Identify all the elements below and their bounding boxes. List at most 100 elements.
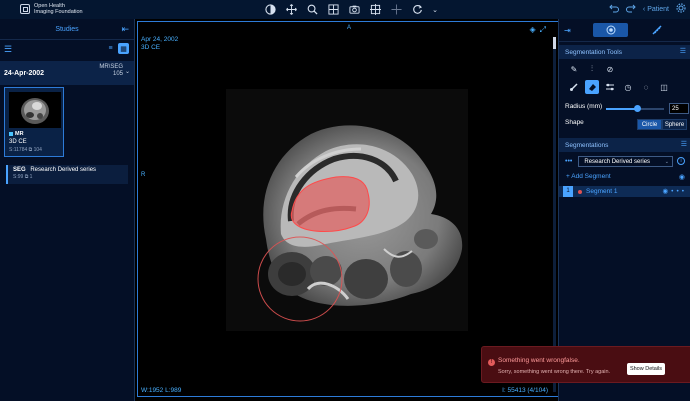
reset-icon[interactable] [410,2,425,17]
window-level-overlay: W:1952 L:989 [141,387,181,394]
info-icon[interactable]: i [677,157,685,165]
list-view-icon[interactable]: ≡ [105,43,116,54]
segment-name: Segment 1 [586,188,618,195]
error-notification: ! Something went wrongfalse. Sorry, some… [481,346,690,383]
expand-icon[interactable]: ⤢ [540,25,546,35]
shape-circle-button[interactable]: Circle [637,119,662,130]
series-number: S:11784 [9,147,28,153]
shapes-icon[interactable]: ◫ [657,80,671,94]
ellipsis-icon[interactable]: ••• [565,158,572,165]
undo-icon[interactable] [609,3,619,15]
study-modality: MR\SEG [99,64,123,70]
orientation-left: R [141,172,146,178]
image-scrollbar[interactable] [553,37,556,392]
segmentation-tools-header[interactable]: Segmentation Tools ☰ [559,45,690,59]
window-level: 989 [170,387,182,394]
segment-row[interactable]: 1 Segment 1 ◉••• [559,186,690,197]
seg-series-number: S:99 [13,174,24,180]
series-description-overlay: 3D CE [141,44,161,51]
series-instances: 104 [33,147,42,153]
sphere-scissor-icon[interactable]: ⊘ [603,62,617,76]
add-segment-button[interactable]: + Add Segment [566,173,611,180]
patient-label: Patient [647,5,669,13]
seg-tool-row-1: ✎ ⫶ ⊘ [559,59,690,79]
window-width: 1952 [148,387,164,394]
more-icon[interactable]: ☰ [680,47,686,55]
contrast-icon[interactable] [263,2,278,17]
radius-control: Radius (mm) 25 [565,103,689,115]
crosshair-alt-icon[interactable] [389,2,404,17]
study-date-overlay: Apr 24, 2002 [141,36,179,43]
scissors-icon[interactable]: ⫶ [585,62,599,76]
eye-icon[interactable]: ◉ [663,188,672,195]
radius-slider-handle[interactable] [634,105,642,112]
seg-modality: SEG [13,167,26,173]
shape-sphere-button[interactable]: Sphere [662,119,687,130]
study-date: 24-Apr-2002 [4,69,45,77]
tab-segmentation[interactable] [593,23,628,37]
segment-color-swatch[interactable] [578,190,582,194]
gear-icon[interactable] [676,3,686,15]
radius-label: Radius (mm) [565,103,603,110]
segmentation-selector: ••• Research Derived series ⌄ i [565,155,685,167]
modality-marker [9,132,13,136]
more-icon[interactable]: ☰ [681,140,687,148]
image-viewport[interactable]: A R Apr 24, 2002 3D CE ◈ ⤢ W:1952 L:989 … [137,21,559,397]
toolbar: ⌄ [263,2,439,17]
crosshair-icon[interactable] [368,2,383,17]
zoom-icon[interactable] [305,2,320,17]
show-details-button[interactable]: Show Details [627,363,665,375]
orientation-top: A [347,25,352,31]
patient-menu[interactable]: ‹ Patient [643,6,669,13]
segment-index: 1 [563,186,573,197]
seg-tool-row-2: ◷ ◌ ◫ [559,79,690,97]
clock-icon[interactable]: ◷ [621,80,635,94]
adjust-icon[interactable] [603,80,617,94]
seg-series-item[interactable]: SEG Research Derived series S:99 ⧉ 1 [6,165,128,184]
series-thumbnail-image [9,92,61,128]
seg-description: Research Derived series [30,167,97,173]
eraser-icon[interactable] [585,80,599,94]
lasso-icon[interactable]: ◌ [639,80,653,94]
error-icon: ! [488,359,495,366]
logo-line-2: Imaging Foundation [34,9,83,15]
eye-icon[interactable]: ◉ [679,173,685,181]
ellipsis-icon[interactable]: ••• [671,188,687,195]
ohif-logo[interactable]: Open Health Imaging Foundation [20,3,83,15]
radius-input[interactable]: 25 [669,103,689,114]
series-thumbnail-card[interactable]: MR 3D CE S:11784 ⧉ 104 [4,87,64,157]
tab-measurements[interactable] [639,23,674,37]
top-bar: Open Health Imaging Foundation ⌄ ‹ Patie… [0,0,690,19]
brush-icon[interactable] [567,80,581,94]
segmentation-dropdown[interactable]: Research Derived series ⌄ [578,155,673,167]
mri-scan-image[interactable] [226,89,468,331]
chevron-down-icon[interactable]: ⌄ [431,2,439,17]
segmentation-dropdown-value: Research Derived series [584,158,651,165]
series-description: 3D CE [9,139,27,145]
radius-slider[interactable] [606,105,664,112]
series-modality: MR [15,131,24,137]
redo-icon[interactable] [625,3,636,15]
chevron-down-icon: ⌄ [664,158,669,165]
header-right: ‹ Patient [609,3,686,15]
viewport-actions: ◈ ⤢ [529,25,546,35]
seg-instances: 1 [29,174,33,180]
camera-icon[interactable] [347,2,362,17]
right-panel-tabs: ⇥ [559,19,690,42]
sliders-icon[interactable]: ☰ [4,44,12,55]
move-icon[interactable] [284,2,299,17]
studies-title[interactable]: Studies [55,26,78,33]
image-index-overlay: I: 55413 (4/104) [502,387,548,394]
radius-slider-fill [606,108,638,110]
layout-icon[interactable] [326,2,341,17]
grid-view-icon[interactable]: ▦ [118,43,129,54]
layers-icon[interactable]: ◈ [529,25,535,35]
collapse-panel-icon[interactable]: ⇤ [121,24,129,35]
scrollbar-thumb[interactable] [553,37,556,49]
expand-panel-icon[interactable]: ⇥ [564,26,571,35]
study-row[interactable]: 24-Apr-2002 MR\SEG 105 ⌄ [0,61,134,85]
threshold-icon[interactable]: ✎ [567,62,581,76]
error-title: Something went wrongfalse. [498,357,580,364]
segmentations-header[interactable]: Segmentations ☰ [559,138,690,152]
chevron-left-icon: ‹ [642,5,646,13]
